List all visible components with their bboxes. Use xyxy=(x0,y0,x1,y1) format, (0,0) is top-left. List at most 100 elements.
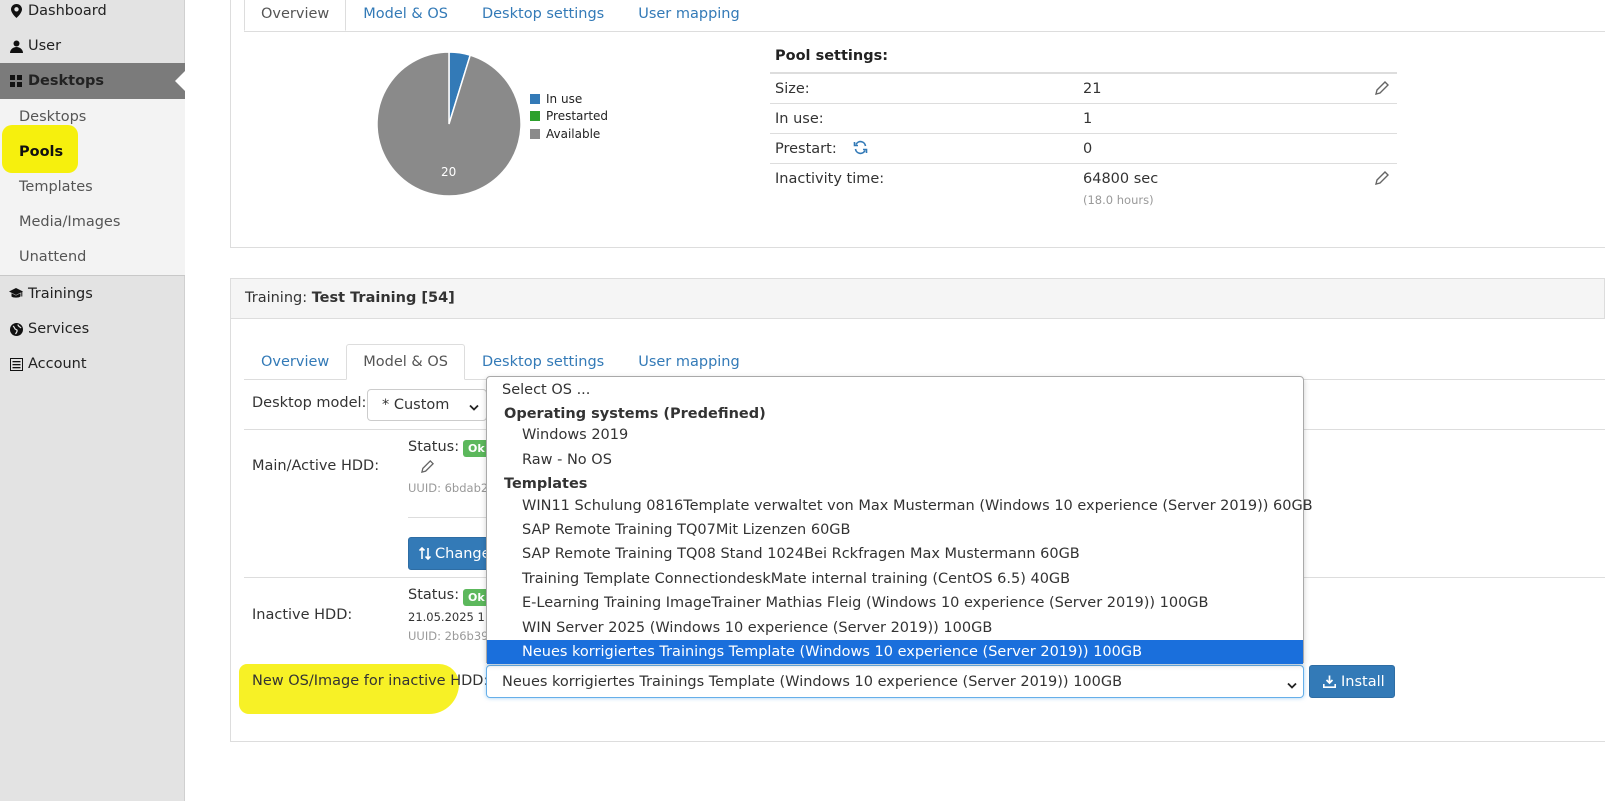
sidebar-item-label: User xyxy=(28,38,62,54)
sidebar-subitem-label: Unattend xyxy=(19,249,87,265)
sidebar-item-label: Desktops xyxy=(28,73,105,89)
dropdown-option-selected[interactable]: Neues korrigiertes Trainings Template (W… xyxy=(487,640,1303,664)
sidebar-item-user[interactable]: User xyxy=(0,28,185,64)
highlight-new-os-label xyxy=(239,664,459,714)
inactive-hdd-label: Inactive HDD: xyxy=(252,607,353,623)
refresh-icon[interactable] xyxy=(853,140,868,159)
main-hdd-uuid: UUID: 6bdab2 xyxy=(408,481,489,495)
sidebar-subitem-media-images[interactable]: Media/Images xyxy=(0,204,185,240)
pool-setting-size: Size: 21 xyxy=(770,72,1397,103)
dropdown-option[interactable]: WIN11 Schulung 0816Template verwaltet vo… xyxy=(487,494,1313,518)
legend-prestarted: Prestarted xyxy=(530,109,608,123)
legend-available: Available xyxy=(530,127,600,141)
setting-value: 64800 sec xyxy=(1083,171,1159,187)
sidebar-item-services[interactable]: Services xyxy=(0,311,185,347)
top-tabs-line xyxy=(244,31,1605,32)
pool-pie-chart: 20 xyxy=(376,51,522,197)
pool-setting-prestart: Prestart: 0 xyxy=(770,133,1397,163)
tab-model-os[interactable]: Model & OS xyxy=(346,344,465,380)
list-alt-icon xyxy=(9,357,23,371)
os-image-select-value: Neues korrigiertes Trainings Template (W… xyxy=(502,673,1123,690)
dropdown-option-placeholder[interactable]: Select OS ... xyxy=(487,378,1303,402)
training-header: Training: Test Training [54] xyxy=(230,278,1605,319)
os-select-dropdown: Select OS ... Operating systems (Predefi… xyxy=(486,376,1313,664)
sidebar-item-label: Trainings xyxy=(28,286,93,302)
graduation-cap-icon xyxy=(9,287,23,301)
sidebar-item-dashboard[interactable]: Dashboard xyxy=(0,0,185,29)
pie-label: 20 xyxy=(441,165,456,179)
pencil-icon[interactable] xyxy=(1375,81,1389,99)
pencil-icon[interactable] xyxy=(1375,171,1389,189)
legend-swatch xyxy=(530,94,540,104)
os-image-select[interactable]: Neues korrigiertes Trainings Template (W… xyxy=(486,665,1304,698)
tab-overview[interactable]: Overview xyxy=(244,344,346,380)
sidebar-item-label: Dashboard xyxy=(28,3,107,19)
globe-icon xyxy=(9,322,23,336)
setting-key: Prestart: xyxy=(775,141,837,157)
user-icon xyxy=(9,39,23,53)
desktop-model-label: Desktop model: xyxy=(252,395,367,411)
inactive-status-label: Status: xyxy=(408,587,460,603)
setting-value: 1 xyxy=(1083,111,1093,127)
setting-key: Size: xyxy=(775,81,810,97)
desktop-model-value: * Custom xyxy=(382,397,450,413)
sidebar-item-trainings[interactable]: Trainings xyxy=(0,276,185,312)
dropdown-option[interactable]: E-Learning Training ImageTrainer Mathias… xyxy=(487,591,1303,615)
install-button-label: Install xyxy=(1341,673,1385,690)
tab-desktop-settings[interactable]: Desktop settings xyxy=(465,344,621,380)
grid-icon xyxy=(9,74,23,88)
row-separator xyxy=(408,517,488,518)
dropdown-option[interactable]: Training Template ConnectiondeskMate int… xyxy=(487,567,1303,591)
desktop-model-select[interactable]: * Custom xyxy=(367,389,487,421)
main-hdd-label: Main/Active HDD: xyxy=(252,458,380,474)
dropdown-option[interactable]: SAP Remote Training TQ07Mit Lizenzen 60G… xyxy=(487,518,1303,542)
dropdown-option[interactable]: SAP Remote Training TQ08 Stand 1024Bei R… xyxy=(487,542,1303,566)
sidebar-subitem-label: Desktops xyxy=(19,109,87,125)
sidebar-subitem-label: Templates xyxy=(19,179,93,195)
chevron-down-icon xyxy=(1287,678,1297,694)
install-button[interactable]: Install xyxy=(1309,665,1395,698)
sidebar-item-label: Account xyxy=(28,356,87,372)
sidebar: Dashboard User Desktops Desktops Pools T… xyxy=(0,0,185,801)
setting-value: 0 xyxy=(1083,141,1093,157)
new-os-label: New OS/Image for inactive HDD: xyxy=(252,673,489,689)
pool-settings-title: Pool settings: xyxy=(775,48,888,64)
dropdown-option[interactable]: Windows 2019 xyxy=(487,423,1303,447)
sidebar-subitem-desktops[interactable]: Desktops xyxy=(0,99,185,135)
main-status-label: Status: xyxy=(408,439,460,455)
pencil-icon[interactable] xyxy=(421,460,434,477)
tab-user-mapping[interactable]: User mapping xyxy=(621,0,757,31)
legend-swatch xyxy=(530,111,540,121)
download-icon xyxy=(1323,675,1336,688)
sidebar-subitem-label: Media/Images xyxy=(19,214,121,230)
sort-icon xyxy=(419,547,431,560)
tab-overview[interactable]: Overview xyxy=(244,0,347,31)
sidebar-subitem-pools[interactable]: Pools xyxy=(0,134,185,170)
training-name: Test Training [54] xyxy=(311,290,455,306)
top-tabs: Overview Model & OS Desktop settings Use… xyxy=(244,0,757,31)
legend-label: Available xyxy=(546,127,601,141)
sidebar-subitem-templates[interactable]: Templates xyxy=(0,169,185,205)
legend-label: Prestarted xyxy=(546,109,609,123)
tab-user-mapping[interactable]: User mapping xyxy=(621,344,757,380)
setting-key: In use: xyxy=(775,111,824,127)
map-marker-icon xyxy=(9,4,23,18)
inactive-hdd-date: 21.05.2025 11 xyxy=(408,610,493,624)
setting-key: Inactivity time: xyxy=(775,171,885,187)
sidebar-subitem-label: Pools xyxy=(19,144,64,160)
dropdown-option[interactable]: WIN Server 2025 (Windows 10 experience (… xyxy=(487,616,1303,640)
sidebar-subitem-unattend[interactable]: Unattend xyxy=(0,239,185,275)
training-tabs: Overview Model & OS Desktop settings Use… xyxy=(244,344,757,380)
training-prefix: Training: xyxy=(245,290,308,306)
legend-label: In use xyxy=(546,92,583,106)
tab-model-os[interactable]: Model & OS xyxy=(346,0,465,31)
sidebar-item-desktops[interactable]: Desktops xyxy=(0,63,185,99)
change-button[interactable]: Change xyxy=(408,537,498,570)
dropdown-option[interactable]: Raw - No OS xyxy=(487,448,1303,472)
tab-desktop-settings[interactable]: Desktop settings xyxy=(465,0,621,31)
sidebar-item-account[interactable]: Account xyxy=(0,346,185,382)
pool-setting-inactivity: Inactivity time: 64800 sec (18.0 hours) xyxy=(770,163,1397,213)
change-button-label: Change xyxy=(435,545,491,562)
chevron-down-icon xyxy=(469,400,479,416)
inactive-hdd-uuid: UUID: 2b6b39 xyxy=(408,629,489,643)
